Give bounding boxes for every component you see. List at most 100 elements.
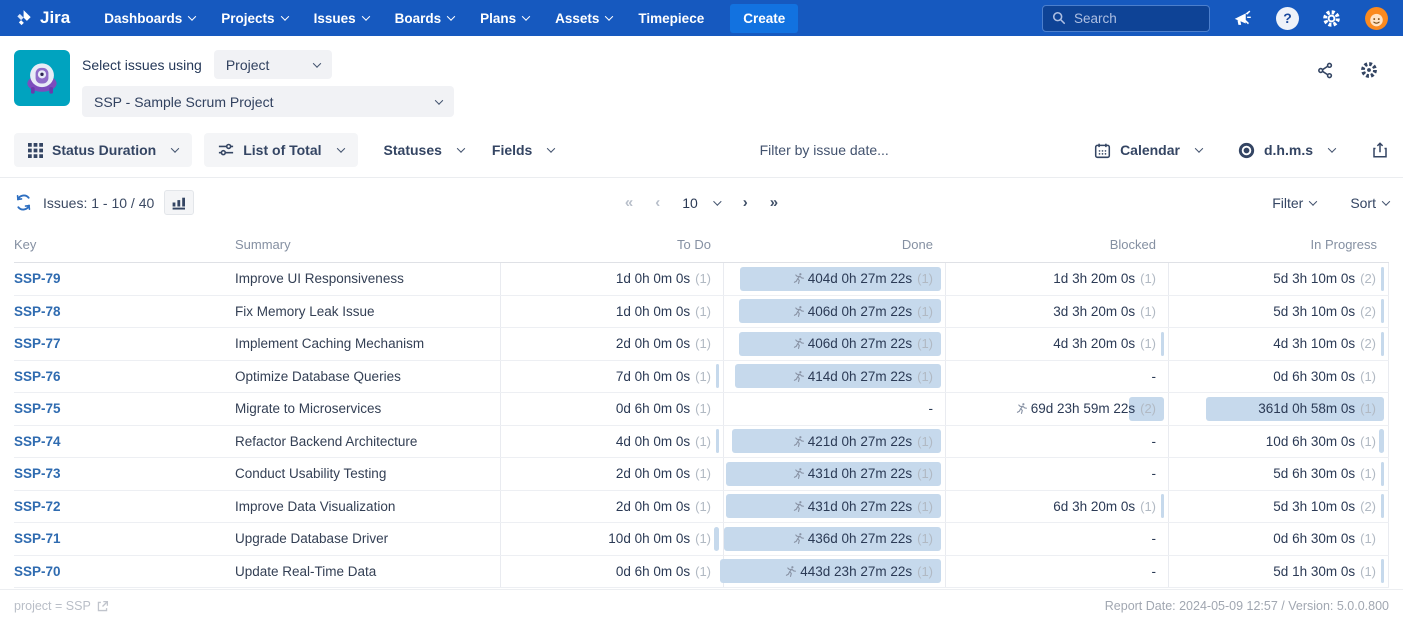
report-type-select[interactable]: Status Duration	[14, 133, 192, 167]
user-avatar[interactable]	[1364, 6, 1389, 31]
view-mode-select[interactable]: List of Total	[204, 133, 357, 167]
transition-count: (1)	[695, 271, 711, 286]
cell-inprogress[interactable]: 4d 3h 10m 0s(2)	[1168, 328, 1389, 360]
cell-blocked[interactable]: 4d 3h 20m 0s(1)	[945, 328, 1168, 360]
cell-blocked[interactable]: 6d 3h 20m 0s(1)	[945, 491, 1168, 523]
nav-item-plans[interactable]: Plans	[480, 11, 529, 26]
cell-todo[interactable]: 0d 6h 0m 0s(1)	[500, 556, 723, 588]
cell-todo[interactable]: 7d 0h 0m 0s(1)	[500, 361, 723, 393]
issue-key-link[interactable]: SSP-76	[14, 369, 61, 384]
nav-item-issues[interactable]: Issues	[314, 11, 369, 26]
duration-text: 431d 0h 27m 22s(1)	[792, 466, 933, 481]
chart-view-button[interactable]	[164, 190, 194, 215]
cell-todo[interactable]: 0d 6h 0m 0s(1)	[500, 393, 723, 425]
cell-inprogress[interactable]: 10d 6h 30m 0s(1)	[1168, 426, 1389, 458]
calendar-select[interactable]: Calendar	[1080, 133, 1216, 167]
nav-item-dashboards[interactable]: Dashboards	[104, 11, 195, 26]
help-icon[interactable]: ?	[1276, 7, 1299, 30]
cell-done[interactable]: 406d 0h 27m 22s(1)	[723, 296, 945, 328]
prev-page-button[interactable]: ‹	[655, 194, 660, 211]
cell-inprogress[interactable]: 5d 1h 30m 0s(1)	[1168, 556, 1389, 588]
cell-todo[interactable]: 2d 0h 0m 0s(1)	[500, 491, 723, 523]
cell-inprogress[interactable]: 0d 6h 30m 0s(1)	[1168, 523, 1389, 555]
cell-done[interactable]: 406d 0h 27m 22s(1)	[723, 328, 945, 360]
nav-item-projects[interactable]: Projects	[221, 11, 287, 26]
cell-done[interactable]: 404d 0h 27m 22s(1)	[723, 263, 945, 295]
cell-done[interactable]: 421d 0h 27m 22s(1)	[723, 426, 945, 458]
cell-done[interactable]: 414d 0h 27m 22s(1)	[723, 361, 945, 393]
transition-count: (2)	[1360, 336, 1376, 351]
cell-inprogress[interactable]: 5d 3h 10m 0s(2)	[1168, 263, 1389, 295]
export-icon[interactable]	[1371, 141, 1389, 159]
report-settings-icon[interactable]	[1359, 60, 1379, 80]
duration-text: 5d 3h 10m 0s(2)	[1273, 271, 1376, 286]
cell-done[interactable]: -	[723, 393, 945, 425]
issue-key-link[interactable]: SSP-74	[14, 434, 61, 449]
table-row: SSP-78Fix Memory Leak Issue1d 0h 0m 0s(1…	[14, 296, 1389, 329]
create-button[interactable]: Create	[730, 4, 798, 33]
issue-key-link[interactable]: SSP-72	[14, 499, 61, 514]
cell-done[interactable]: 431d 0h 27m 22s(1)	[723, 458, 945, 490]
cell-blocked[interactable]: -	[945, 556, 1168, 588]
sort-dropdown[interactable]: Sort	[1350, 195, 1389, 211]
cell-done[interactable]: 431d 0h 27m 22s(1)	[723, 491, 945, 523]
issue-key-link[interactable]: SSP-77	[14, 336, 61, 351]
issue-key-link[interactable]: SSP-71	[14, 531, 61, 546]
issue-key-link[interactable]: SSP-70	[14, 564, 61, 579]
global-search[interactable]	[1042, 5, 1210, 32]
cell-todo[interactable]: 1d 0h 0m 0s(1)	[500, 263, 723, 295]
cell-blocked[interactable]: 1d 3h 20m 0s(1)	[945, 263, 1168, 295]
duration-text: 421d 0h 27m 22s(1)	[792, 434, 933, 449]
settings-icon[interactable]	[1321, 8, 1342, 29]
duration-text: 69d 23h 59m 22s(2)	[1015, 401, 1156, 416]
cell-inprogress[interactable]: 361d 0h 58m 0s(1)	[1168, 393, 1389, 425]
nav-item-boards[interactable]: Boards	[395, 11, 455, 26]
refresh-icon[interactable]	[14, 193, 33, 212]
fields-select[interactable]: Fields	[478, 133, 568, 167]
search-input[interactable]	[1074, 11, 1194, 26]
cell-blocked[interactable]: -	[945, 361, 1168, 393]
column-header-key: Key	[14, 237, 235, 252]
cell-inprogress[interactable]: 0d 6h 30m 0s(1)	[1168, 361, 1389, 393]
cell-inprogress[interactable]: 5d 3h 10m 0s(2)	[1168, 491, 1389, 523]
running-status-icon	[792, 305, 805, 318]
cell-done[interactable]: 443d 23h 27m 22s(1)	[723, 556, 945, 588]
cell-todo[interactable]: 10d 0h 0m 0s(1)	[500, 523, 723, 555]
announcements-icon[interactable]	[1232, 7, 1254, 29]
nav-item-timepiece[interactable]: Timepiece	[638, 11, 704, 26]
cell-todo[interactable]: 4d 0h 0m 0s(1)	[500, 426, 723, 458]
issue-key-link[interactable]: SSP-78	[14, 304, 61, 319]
jira-logo[interactable]: Jira	[14, 8, 70, 28]
transition-count: (1)	[1140, 304, 1156, 319]
next-page-button[interactable]: ›	[743, 194, 748, 211]
time-format-select[interactable]: d.h.m.s	[1224, 133, 1349, 167]
cell-blocked[interactable]: -	[945, 523, 1168, 555]
issue-date-filter[interactable]: Filter by issue date...	[568, 142, 1080, 158]
external-link-icon[interactable]	[96, 600, 109, 613]
cell-blocked[interactable]: 69d 23h 59m 22s(2)	[945, 393, 1168, 425]
filter-dropdown[interactable]: Filter	[1272, 195, 1316, 211]
table-row: SSP-70Update Real-Time Data0d 6h 0m 0s(1…	[14, 556, 1389, 589]
last-page-button[interactable]: »	[770, 194, 778, 211]
cell-blocked[interactable]: -	[945, 458, 1168, 490]
duration-text: 3d 3h 20m 0s(1)	[1053, 304, 1156, 319]
transition-count: (1)	[1140, 336, 1156, 351]
page-size-select[interactable]: 10	[682, 195, 721, 211]
share-icon[interactable]	[1316, 61, 1335, 80]
issue-key-link[interactable]: SSP-79	[14, 271, 61, 286]
project-select[interactable]: SSP - Sample Scrum Project	[82, 86, 454, 117]
cell-done[interactable]: 436d 0h 27m 22s(1)	[723, 523, 945, 555]
cell-todo[interactable]: 1d 0h 0m 0s(1)	[500, 296, 723, 328]
issue-key-link[interactable]: SSP-73	[14, 466, 61, 481]
cell-blocked[interactable]: 3d 3h 20m 0s(1)	[945, 296, 1168, 328]
cell-inprogress[interactable]: 5d 6h 30m 0s(1)	[1168, 458, 1389, 490]
issue-source-select[interactable]: Project	[214, 50, 332, 79]
cell-todo[interactable]: 2d 0h 0m 0s(1)	[500, 328, 723, 360]
cell-blocked[interactable]: -	[945, 426, 1168, 458]
cell-inprogress[interactable]: 5d 3h 10m 0s(2)	[1168, 296, 1389, 328]
issue-key-link[interactable]: SSP-75	[14, 401, 61, 416]
nav-item-assets[interactable]: Assets	[555, 11, 612, 26]
first-page-button[interactable]: «	[625, 194, 633, 211]
statuses-select[interactable]: Statuses	[370, 133, 478, 167]
cell-todo[interactable]: 2d 0h 0m 0s(1)	[500, 458, 723, 490]
